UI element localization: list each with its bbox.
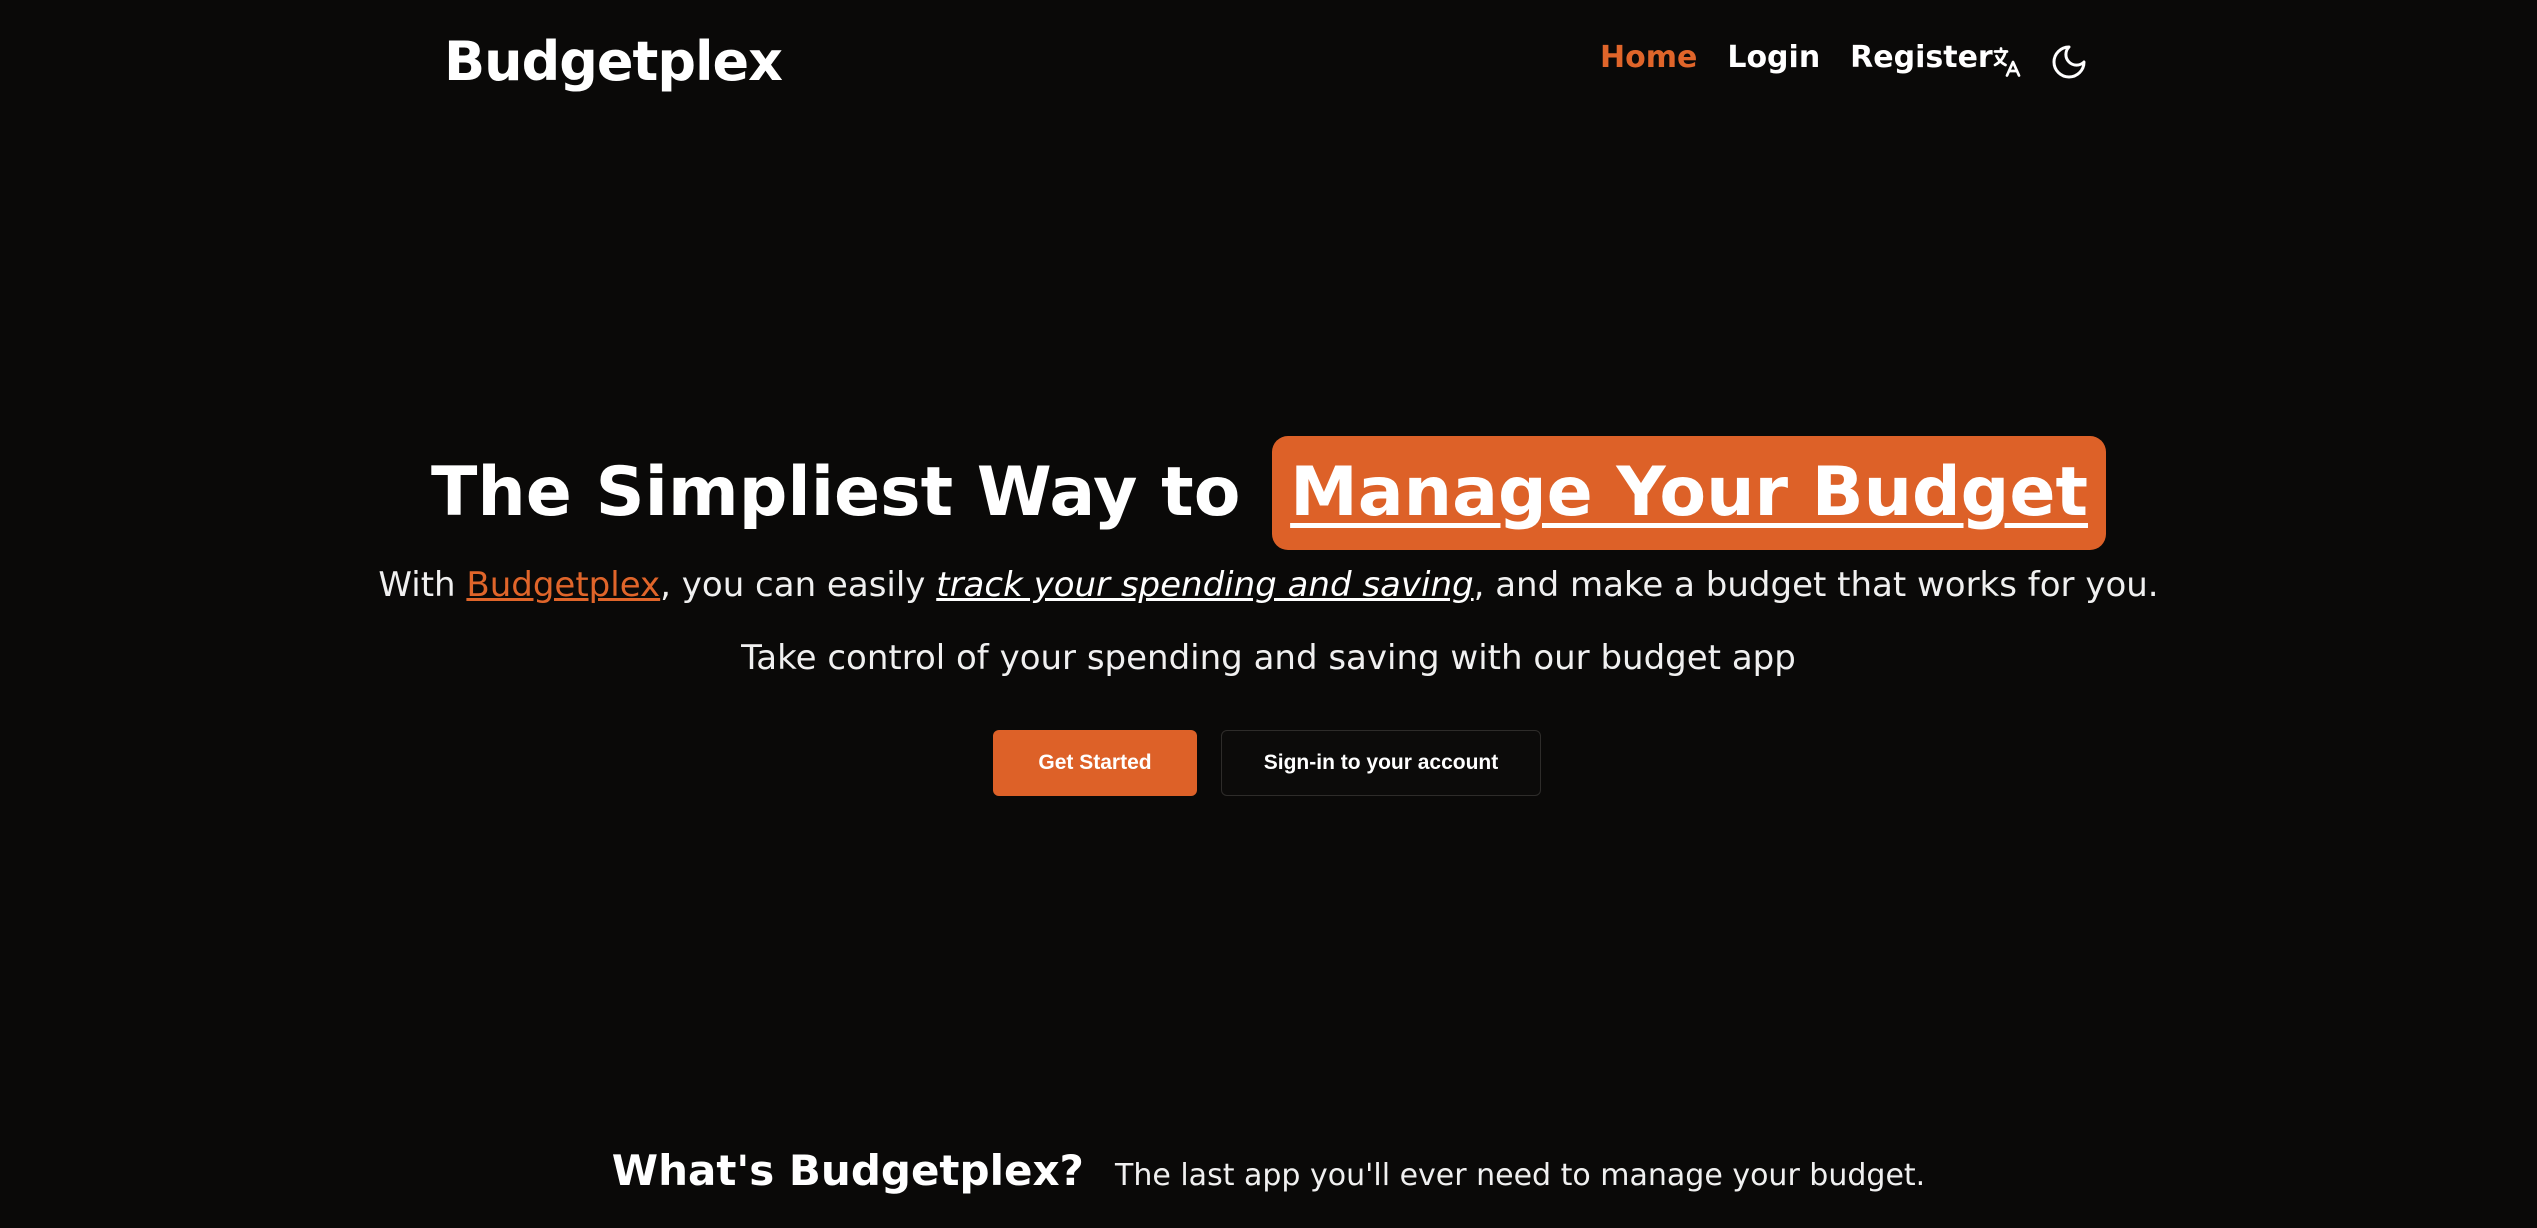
- hero-title: The Simpliest Way to Manage Your Budget: [0, 436, 2537, 550]
- sign-in-button[interactable]: Sign-in to your account: [1221, 730, 1541, 796]
- hero-tagline: Take control of your spending and saving…: [741, 638, 1796, 678]
- nav-login-link[interactable]: Login: [1727, 40, 1820, 75]
- cta-buttons: Get Started Sign-in to your account: [993, 730, 1541, 796]
- hero-title-prefix: The Simpliest Way to: [431, 453, 1241, 532]
- hero-sub-mid: , you can easily: [660, 565, 937, 605]
- nav-home-link[interactable]: Home: [1600, 40, 1697, 75]
- whats-title: What's Budgetplex?: [611, 1146, 1084, 1195]
- hero-title-highlight: Manage Your Budget: [1272, 436, 2106, 550]
- translate-icon[interactable]: [1985, 40, 2029, 84]
- whats-section: What's Budgetplex? The last app you'll e…: [0, 1146, 2537, 1195]
- brand-link[interactable]: Budgetplex: [466, 565, 660, 605]
- get-started-button[interactable]: Get Started: [993, 730, 1197, 796]
- whats-description: The last app you'll ever need to manage …: [1115, 1158, 1926, 1193]
- hero-sub-emphasis: track your spending and saving: [936, 565, 1474, 605]
- nav-register-link[interactable]: Register: [1850, 40, 1993, 75]
- landing-page: Budgetplex Home Login Register The Simpl…: [0, 0, 2537, 1228]
- hero-sub-with: With: [378, 565, 467, 605]
- nav-icon-group: [1985, 40, 2109, 84]
- hero-sub-end: , and make a budget that works for you.: [1473, 565, 2159, 605]
- moon-icon[interactable]: [2047, 40, 2091, 84]
- top-navbar: Budgetplex Home Login Register: [0, 0, 2537, 130]
- hero-subtitle: With Budgetplex, you can easily track yo…: [0, 558, 2537, 612]
- site-logo[interactable]: Budgetplex: [444, 30, 783, 93]
- main-nav: Home Login Register: [1600, 40, 2023, 75]
